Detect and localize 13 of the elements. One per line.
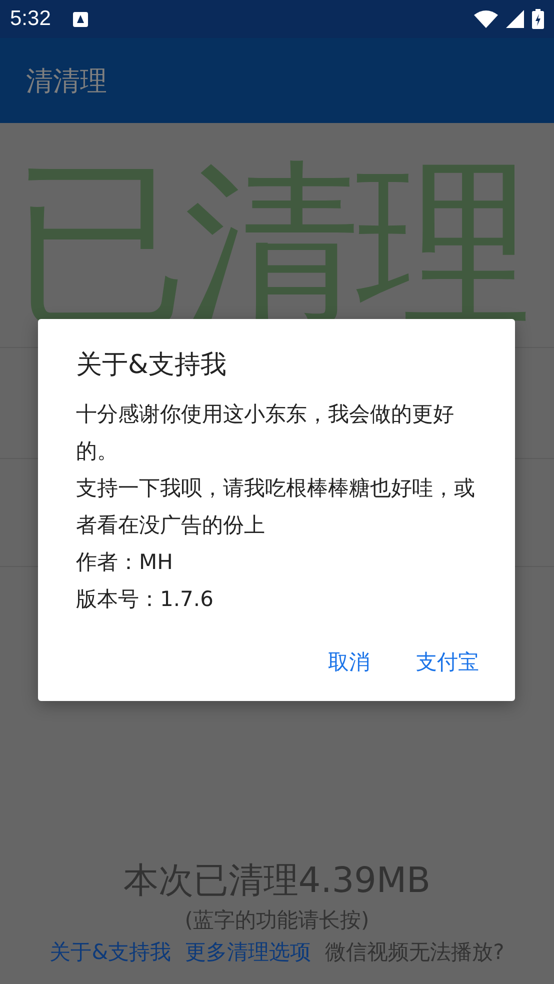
dialog-text: 支持一下我呗，请我吃根棒棒糖也好哇，或者看在没广告的份上 [76, 475, 476, 539]
battery-icon [532, 9, 544, 29]
wifi-icon [474, 10, 498, 28]
app-title: 清清理 [26, 64, 107, 98]
dialog-text: 作者：MH [76, 549, 174, 576]
dialog-button[interactable]: 支付宝 [398, 640, 497, 684]
dialog-text: 版本号：1.7.6 [76, 586, 214, 613]
dialog-button[interactable]: 取消 [310, 640, 388, 684]
dialog-title: 关于&支持我 [76, 349, 228, 382]
signal-icon [506, 10, 524, 28]
status-time: 5:32 [10, 7, 51, 31]
notification-icon [72, 12, 88, 26]
dialog-text: 十分感谢你使用这小东东，我会做的更好的。 [76, 401, 455, 465]
